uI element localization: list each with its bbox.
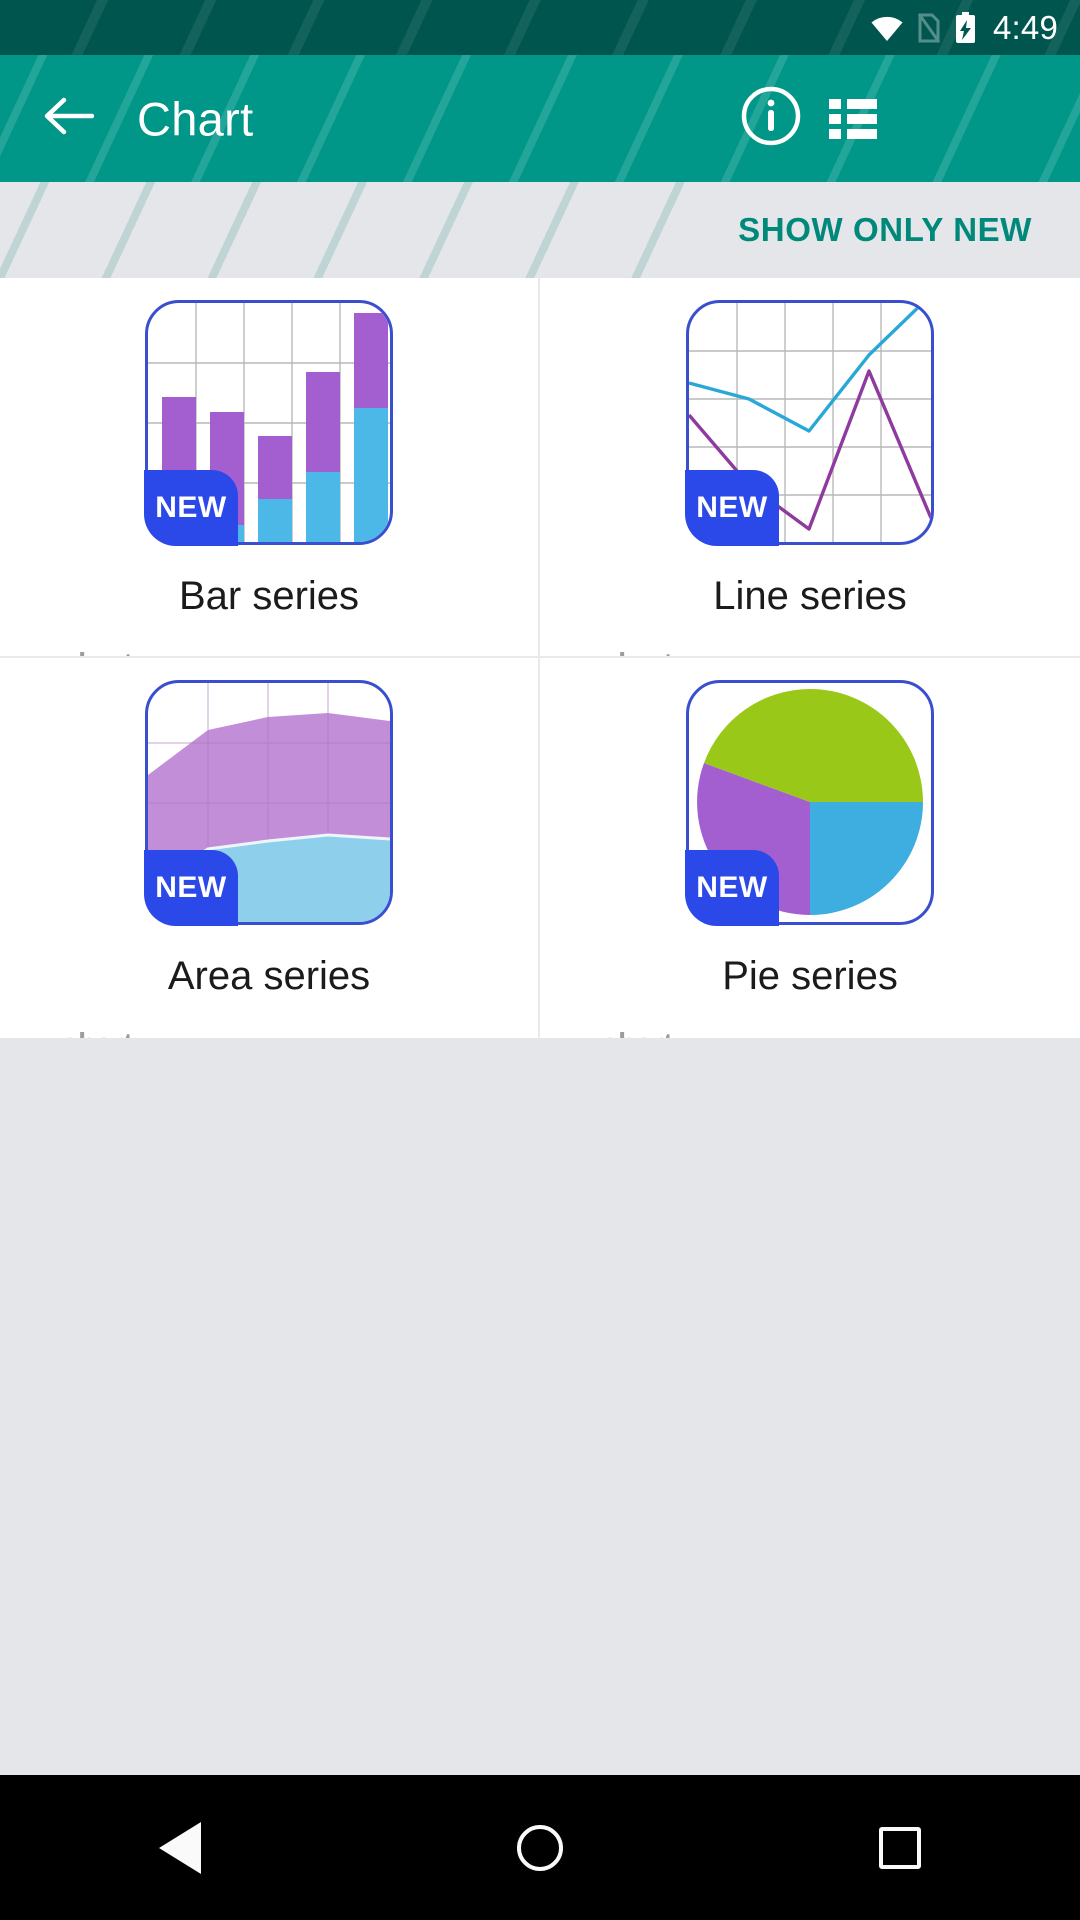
line-chart-thumbnail: NEW — [685, 300, 934, 546]
card-subtitle: chart — [602, 1028, 673, 1038]
battery-charging-icon — [955, 11, 976, 44]
new-badge: NEW — [144, 850, 238, 926]
no-sim-icon — [917, 12, 941, 43]
chart-card-area-series[interactable]: NEW Area series chart — [0, 658, 540, 1038]
page-title: Chart — [137, 92, 254, 145]
card-subtitle: chart — [62, 648, 133, 656]
recents-square-icon — [879, 1826, 921, 1869]
wifi-icon — [871, 15, 903, 41]
status-bar-icons: 4:49 — [871, 0, 1058, 55]
chart-card-grid: NEW Bar series chart — [0, 278, 1080, 1038]
arrow-left-icon — [42, 96, 95, 141]
chart-card-line-series[interactable]: NEW Line series chart — [540, 278, 1080, 658]
card-subtitle: chart — [602, 648, 673, 656]
card-subtitle: chart — [62, 1028, 133, 1038]
chart-card-pie-series[interactable]: NEW Pie series chart — [540, 658, 1080, 1038]
card-title: Bar series — [178, 574, 360, 618]
filter-bar-stripes — [0, 182, 700, 278]
show-only-new-button[interactable]: SHOW ONLY NEW — [738, 211, 1032, 249]
nav-home-button[interactable] — [465, 1775, 615, 1920]
nav-back-button[interactable] — [105, 1775, 255, 1920]
card-title: Line series — [713, 574, 907, 618]
status-bar: 4:49 — [0, 0, 1080, 55]
nav-recents-button[interactable] — [825, 1775, 975, 1920]
chart-card-bar-series[interactable]: NEW Bar series chart — [0, 278, 540, 658]
app-bar: Chart — [0, 55, 1080, 182]
status-bar-clock: 4:49 — [992, 9, 1058, 46]
list-view-icon — [829, 98, 877, 139]
info-button[interactable] — [738, 86, 804, 152]
list-view-button[interactable] — [820, 86, 886, 152]
filter-bar: SHOW ONLY NEW — [0, 182, 1080, 278]
back-button[interactable] — [38, 89, 98, 149]
new-badge: NEW — [685, 470, 779, 546]
bar-chart-thumbnail: NEW — [144, 300, 393, 546]
pie-chart-thumbnail: NEW — [685, 680, 934, 926]
home-circle-icon — [517, 1824, 563, 1871]
new-badge: NEW — [144, 470, 238, 546]
info-circle-icon — [740, 85, 802, 152]
new-badge: NEW — [685, 850, 779, 926]
card-title: Pie series — [722, 954, 898, 998]
system-navigation-bar — [0, 1775, 1080, 1920]
area-chart-thumbnail: NEW — [144, 680, 393, 926]
back-triangle-icon — [159, 1821, 201, 1874]
card-title: Area series — [167, 954, 371, 998]
